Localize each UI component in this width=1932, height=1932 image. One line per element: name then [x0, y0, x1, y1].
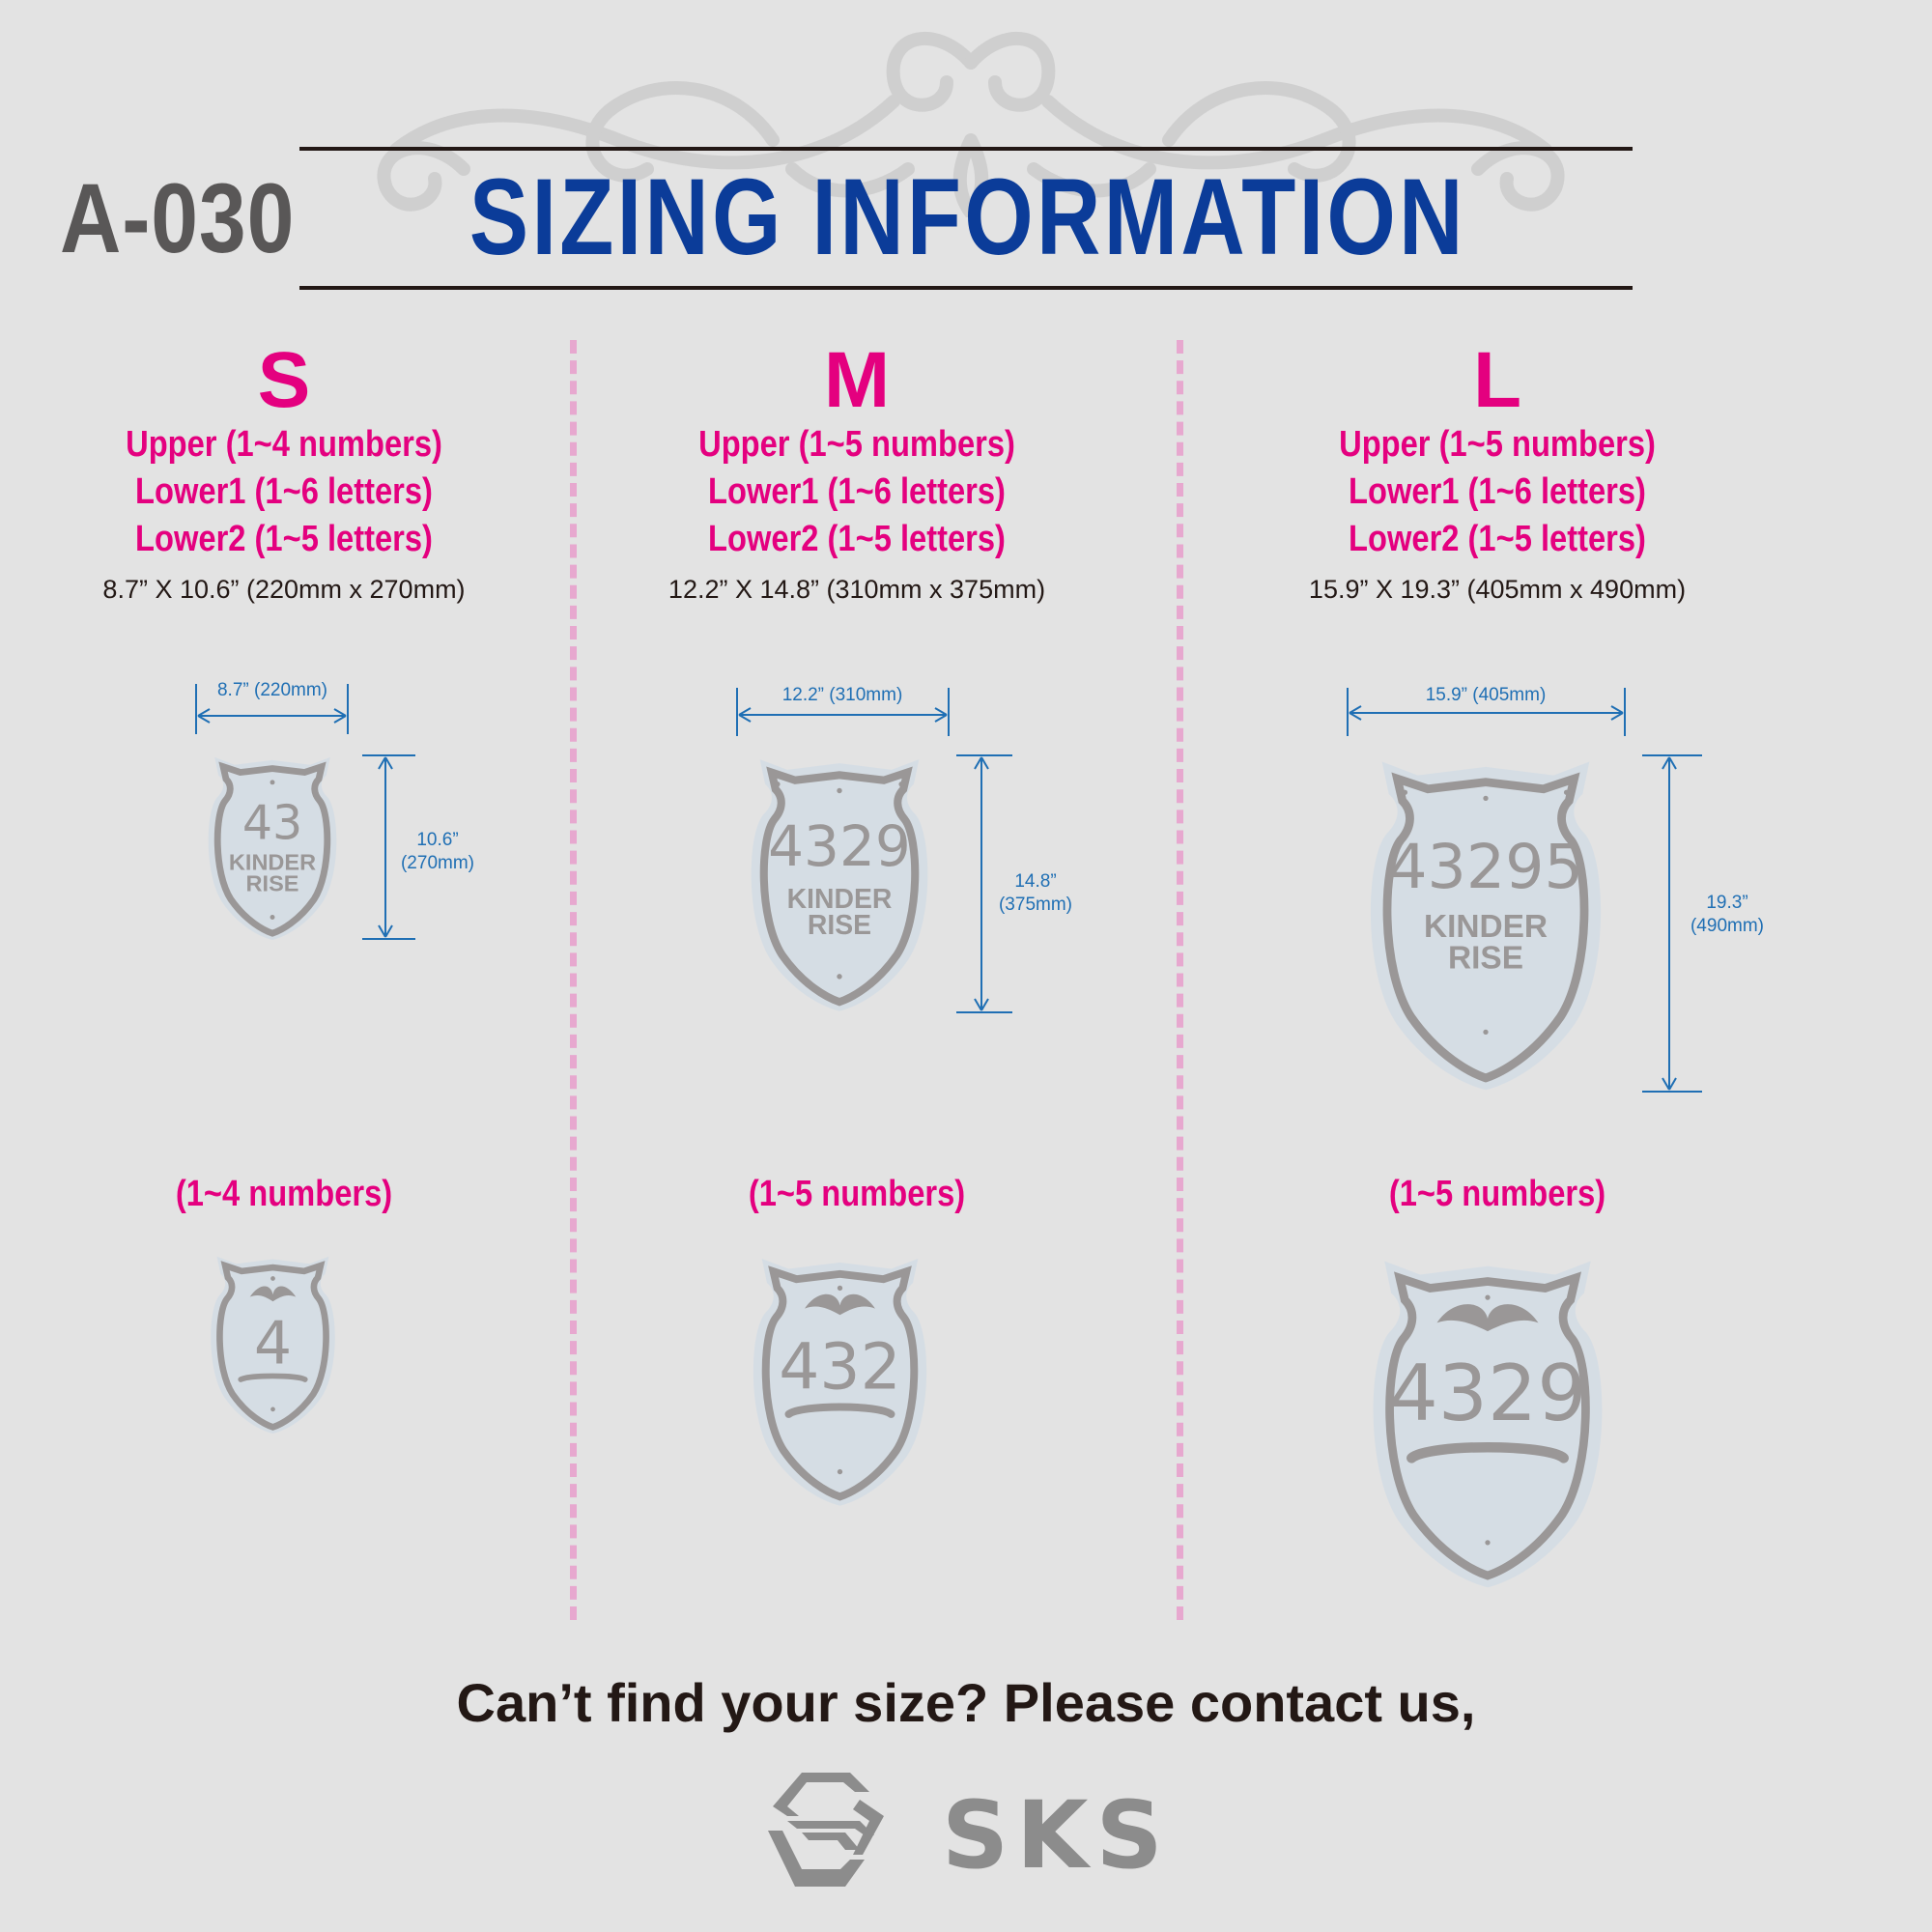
size-l-sample-line1: KINDER	[1424, 909, 1548, 945]
size-l-column: L Upper (1~5 numbers) Lower1 (1~6 letter…	[1208, 340, 1787, 605]
page-title: SIZING INFORMATION	[469, 156, 1466, 277]
size-l-sample-line2: RISE	[1448, 940, 1523, 976]
size-l-sample-number: 43295	[1388, 831, 1583, 902]
size-l-lower1-rule: Lower1 (1~6 letters)	[1349, 471, 1646, 512]
header-rule-bottom	[299, 286, 1633, 290]
size-l-height-dimension: 19.3” (490mm)	[1642, 754, 1764, 1093]
size-m-width-dimension: 12.2” (310mm)	[736, 685, 950, 736]
size-m-width-label: 12.2” (310mm)	[782, 685, 903, 705]
size-m-upper-rule: Upper (1~5 numbers)	[698, 424, 1015, 465]
size-l-lower2-rule: Lower2 (1~5 letters)	[1349, 519, 1646, 559]
size-l-upper-rule: Upper (1~5 numbers)	[1339, 424, 1656, 465]
size-s-sample-number: 43	[242, 796, 302, 851]
contact-message: Can’t find your size? Please contact us,	[456, 1672, 1476, 1733]
size-m-sample-number: 4329	[768, 813, 911, 879]
size-s-numbers-only-label: (1~4 numbers)	[175, 1174, 393, 1214]
size-s-plaque-text: 43 KINDER RISE	[208, 756, 337, 941]
header-rule-top	[299, 147, 1633, 151]
size-s-upper-rule: Upper (1~4 numbers)	[126, 424, 442, 465]
size-l-plaque-numbers-only: 4329	[1373, 1261, 1603, 1588]
size-m-letter: M	[823, 336, 891, 424]
size-s-dimensions: 8.7” X 10.6” (220mm x 270mm)	[102, 575, 466, 604]
size-s-lower2-rule: Lower2 (1~5 letters)	[135, 519, 433, 559]
size-m-numbers-only-label: (1~5 numbers)	[748, 1174, 966, 1214]
size-m-lower2-rule: Lower2 (1~5 letters)	[708, 519, 1006, 559]
size-m-plaque-numbers-only: 432	[753, 1258, 927, 1506]
size-l-letter: L	[1472, 336, 1522, 424]
column-divider-right	[1177, 340, 1183, 1620]
sks-logo: SKS	[768, 1773, 1171, 1889]
size-m-lower1-rule: Lower1 (1~6 letters)	[708, 471, 1006, 512]
brand-name: SKS	[942, 1781, 1171, 1889]
size-s-height-dimension: 10.6” (270mm)	[362, 754, 474, 940]
size-l-width-label: 15.9” (405mm)	[1426, 685, 1547, 705]
size-m-height-dimension: 14.8” (375mm)	[956, 754, 1072, 1013]
size-m-dimensions: 12.2” X 14.8” (310mm x 375mm)	[668, 575, 1046, 604]
size-s-width-label: 8.7” (220mm)	[217, 680, 327, 700]
size-l-dimensions: 15.9” X 19.3” (405mm x 490mm)	[1308, 575, 1687, 604]
size-l-width-dimension: 15.9” (405mm)	[1347, 685, 1626, 736]
size-l-numbers-only-label: (1~5 numbers)	[1388, 1174, 1606, 1214]
size-l-plaque-text: 43295 KINDER RISE	[1370, 761, 1602, 1091]
size-s-letter: S	[257, 336, 311, 424]
sks-logo-mark	[768, 1773, 884, 1887]
size-m-column: M Upper (1~5 numbers) Lower1 (1~6 letter…	[567, 340, 1147, 605]
size-m-numbers-only-sample: 432	[779, 1329, 900, 1404]
size-s-numbers-only-sample: 4	[254, 1308, 292, 1378]
size-m-height-label-inch: 14.8”	[1014, 871, 1056, 892]
size-m-height-label-mm: (375mm)	[999, 895, 1072, 915]
size-s-height-label-inch: 10.6”	[416, 830, 458, 850]
size-s-height-label-mm: (270mm)	[401, 853, 474, 873]
size-s-sample-line2: RISE	[246, 871, 299, 896]
size-m-plaque-text: 4329 KINDER RISE	[751, 759, 928, 1011]
size-l-height-label-mm: (490mm)	[1690, 916, 1764, 936]
size-l-numbers-only-sample: 4329	[1389, 1348, 1587, 1438]
size-s-lower1-rule: Lower1 (1~6 letters)	[135, 471, 433, 512]
size-l-height-label-inch: 19.3”	[1706, 893, 1747, 913]
size-s-width-dimension: 8.7” (220mm)	[195, 680, 349, 734]
size-m-sample-line2: RISE	[808, 910, 871, 941]
size-s-plaque-numbers-only: 4	[211, 1256, 335, 1435]
size-s-column: S Upper (1~4 numbers) Lower1 (1~6 letter…	[0, 340, 574, 605]
